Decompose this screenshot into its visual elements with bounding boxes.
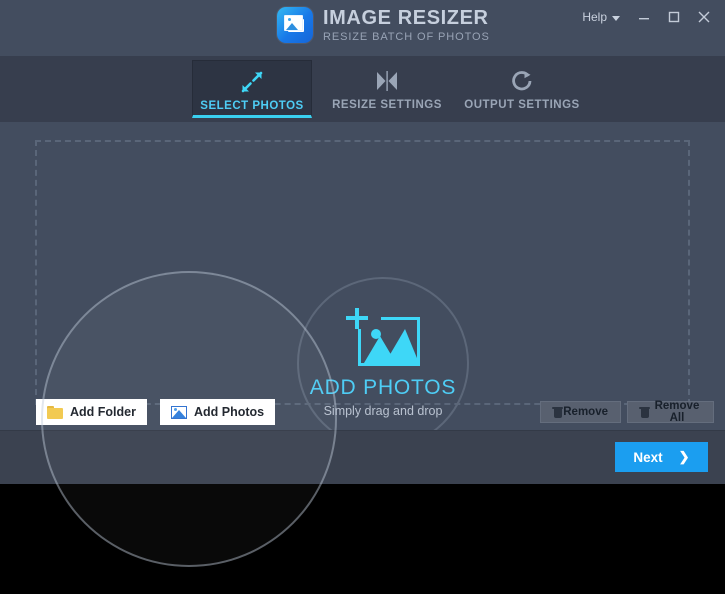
- app-subtitle: RESIZE BATCH OF PHOTOS: [323, 32, 490, 43]
- chevron-right-icon: ❯: [679, 449, 690, 465]
- minimize-icon: [638, 11, 650, 23]
- tab-strip: SELECT PHOTOS RESIZE SETTINGS: [0, 56, 725, 123]
- app-title: IMAGE RESIZER: [323, 8, 490, 28]
- close-button[interactable]: [691, 4, 717, 30]
- add-image-sun-dot: [371, 329, 381, 339]
- help-label: Help: [582, 10, 607, 24]
- maximize-icon: [668, 11, 680, 23]
- folder-icon: [47, 406, 63, 419]
- minimize-button[interactable]: [631, 4, 657, 30]
- add-folder-button[interactable]: Add Folder: [36, 399, 147, 425]
- diagonal-resize-arrows-icon: [239, 69, 265, 95]
- app-branding: IMAGE RESIZER RESIZE BATCH OF PHOTOS: [277, 7, 490, 43]
- add-folder-label: Add Folder: [70, 405, 136, 419]
- tab-output-settings-label: OUTPUT SETTINGS: [464, 99, 579, 111]
- plus-icon-vertical: [355, 308, 359, 329]
- app-branding-text: IMAGE RESIZER RESIZE BATCH OF PHOTOS: [323, 8, 490, 43]
- screenshot-root: IMAGE RESIZER RESIZE BATCH OF PHOTOS Hel…: [0, 0, 725, 594]
- remove-all-label: Remove All: [653, 400, 701, 424]
- footer-bar: Next ❯: [0, 430, 725, 484]
- trash-icon: [640, 407, 647, 418]
- title-bar: IMAGE RESIZER RESIZE BATCH OF PHOTOS Hel…: [0, 0, 725, 56]
- application-window: IMAGE RESIZER RESIZE BATCH OF PHOTOS Hel…: [0, 0, 725, 484]
- help-menu-button[interactable]: Help: [575, 5, 627, 29]
- circular-arrow-icon: [509, 68, 535, 94]
- remove-label: Remove: [563, 406, 608, 418]
- photo-icon: [171, 406, 187, 419]
- image-stack-icon: [277, 7, 313, 43]
- next-label: Next: [633, 450, 662, 465]
- image-stack-front-frame: [284, 15, 303, 31]
- content-area: ADD PHOTOS Simply drag and drop: [0, 122, 725, 430]
- tab-output-settings[interactable]: OUTPUT SETTINGS: [462, 60, 582, 118]
- compress-horizontal-icon: [374, 68, 400, 94]
- remove-all-button[interactable]: Remove All: [627, 401, 714, 423]
- chevron-down-icon: [612, 16, 620, 21]
- next-button[interactable]: Next ❯: [615, 442, 708, 472]
- trash-icon: [553, 407, 557, 418]
- window-controls: Help: [575, 4, 717, 30]
- add-image-icon: [346, 308, 420, 366]
- tab-select-photos-label: SELECT PHOTOS: [200, 100, 303, 112]
- tab-select-photos[interactable]: SELECT PHOTOS: [192, 60, 312, 118]
- tab-resize-settings-label: RESIZE SETTINGS: [332, 99, 442, 111]
- add-photos-button[interactable]: Add Photos: [160, 399, 275, 425]
- remove-button[interactable]: Remove: [540, 401, 621, 423]
- maximize-button[interactable]: [661, 4, 687, 30]
- add-photos-label: Add Photos: [194, 405, 264, 419]
- close-icon: [697, 10, 711, 24]
- tab-resize-settings[interactable]: RESIZE SETTINGS: [327, 60, 447, 118]
- action-button-row: Add Folder Add Photos Remove Remove All: [0, 395, 725, 430]
